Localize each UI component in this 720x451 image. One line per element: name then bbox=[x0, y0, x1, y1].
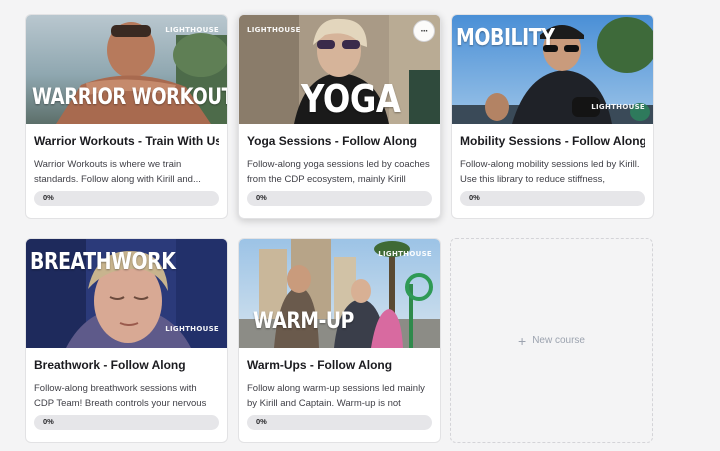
progress-bar: 0% bbox=[247, 415, 432, 430]
plus-icon: + bbox=[518, 332, 527, 349]
course-description: Follow-along mobility sessions led by Ki… bbox=[460, 159, 640, 185]
more-icon: ··· bbox=[420, 25, 429, 37]
course-thumbnail[interactable]: MOBILITY LIGHTHOUSE bbox=[452, 15, 653, 124]
course-thumbnail[interactable]: WARRIOR WORKOUT LIGHTHOUSE bbox=[26, 15, 227, 124]
brand-logo: LIGHTHOUSE bbox=[591, 103, 645, 111]
progress-label: 0% bbox=[256, 193, 267, 202]
brand-logo: LIGHTHOUSE bbox=[378, 250, 432, 258]
more-options-button[interactable]: ··· bbox=[413, 20, 435, 42]
course-card-mobility[interactable]: MOBILITY LIGHTHOUSE Mobility Sessions - … bbox=[451, 14, 654, 219]
brand-logo: LIGHTHOUSE bbox=[247, 26, 301, 34]
new-course-button[interactable]: + New course bbox=[450, 238, 653, 443]
course-description: Follow-along yoga sessions led by coache… bbox=[247, 159, 430, 185]
brand-logo: LIGHTHOUSE bbox=[165, 325, 219, 333]
course-title[interactable]: Breathwork - Follow Along bbox=[34, 358, 219, 374]
brand-logo: LIGHTHOUSE bbox=[165, 26, 219, 34]
course-description: Follow-along breathwork sessions with CD… bbox=[34, 383, 207, 409]
progress-label: 0% bbox=[256, 417, 267, 426]
course-card-warrior-workouts[interactable]: WARRIOR WORKOUT LIGHTHOUSE Warrior Worko… bbox=[25, 14, 228, 219]
progress-bar: 0% bbox=[34, 191, 219, 206]
thumbnail-title: WARM-UP bbox=[253, 309, 354, 334]
course-title[interactable]: Warrior Workouts - Train With Us bbox=[34, 134, 219, 150]
progress-label: 0% bbox=[469, 193, 480, 202]
course-card-warm-ups[interactable]: WARM-UP LIGHTHOUSE Warm-Ups - Follow Alo… bbox=[238, 238, 441, 443]
course-thumbnail[interactable]: YOGA LIGHTHOUSE ··· bbox=[239, 15, 440, 124]
progress-bar: 0% bbox=[247, 191, 432, 206]
progress-label: 0% bbox=[43, 417, 54, 426]
thumbnail-title: MOBILITY bbox=[456, 25, 555, 51]
course-thumbnail[interactable]: BREATHWORK LIGHTHOUSE bbox=[26, 239, 227, 348]
course-description: Follow along warm-up sessions led mainly… bbox=[247, 383, 425, 409]
progress-bar: 0% bbox=[34, 415, 219, 430]
course-card-breathwork[interactable]: BREATHWORK LIGHTHOUSE Breathwork - Follo… bbox=[25, 238, 228, 443]
course-thumbnail[interactable]: WARM-UP LIGHTHOUSE bbox=[239, 239, 440, 348]
new-course-label: New course bbox=[532, 335, 585, 346]
course-title[interactable]: Warm-Ups - Follow Along bbox=[247, 358, 432, 374]
thumbnail-title: BREATHWORK bbox=[30, 249, 176, 275]
course-description: Warrior Workouts is where we train stand… bbox=[34, 159, 201, 185]
course-title[interactable]: Yoga Sessions - Follow Along bbox=[247, 134, 432, 150]
thumbnail-title: YOGA bbox=[301, 77, 401, 121]
progress-bar: 0% bbox=[460, 191, 645, 206]
progress-label: 0% bbox=[43, 193, 54, 202]
thumbnail-title: WARRIOR WORKOUT bbox=[32, 85, 227, 110]
course-title[interactable]: Mobility Sessions - Follow Along bbox=[460, 134, 645, 150]
course-card-yoga[interactable]: YOGA LIGHTHOUSE ··· Yoga Sessions - Foll… bbox=[238, 14, 441, 219]
